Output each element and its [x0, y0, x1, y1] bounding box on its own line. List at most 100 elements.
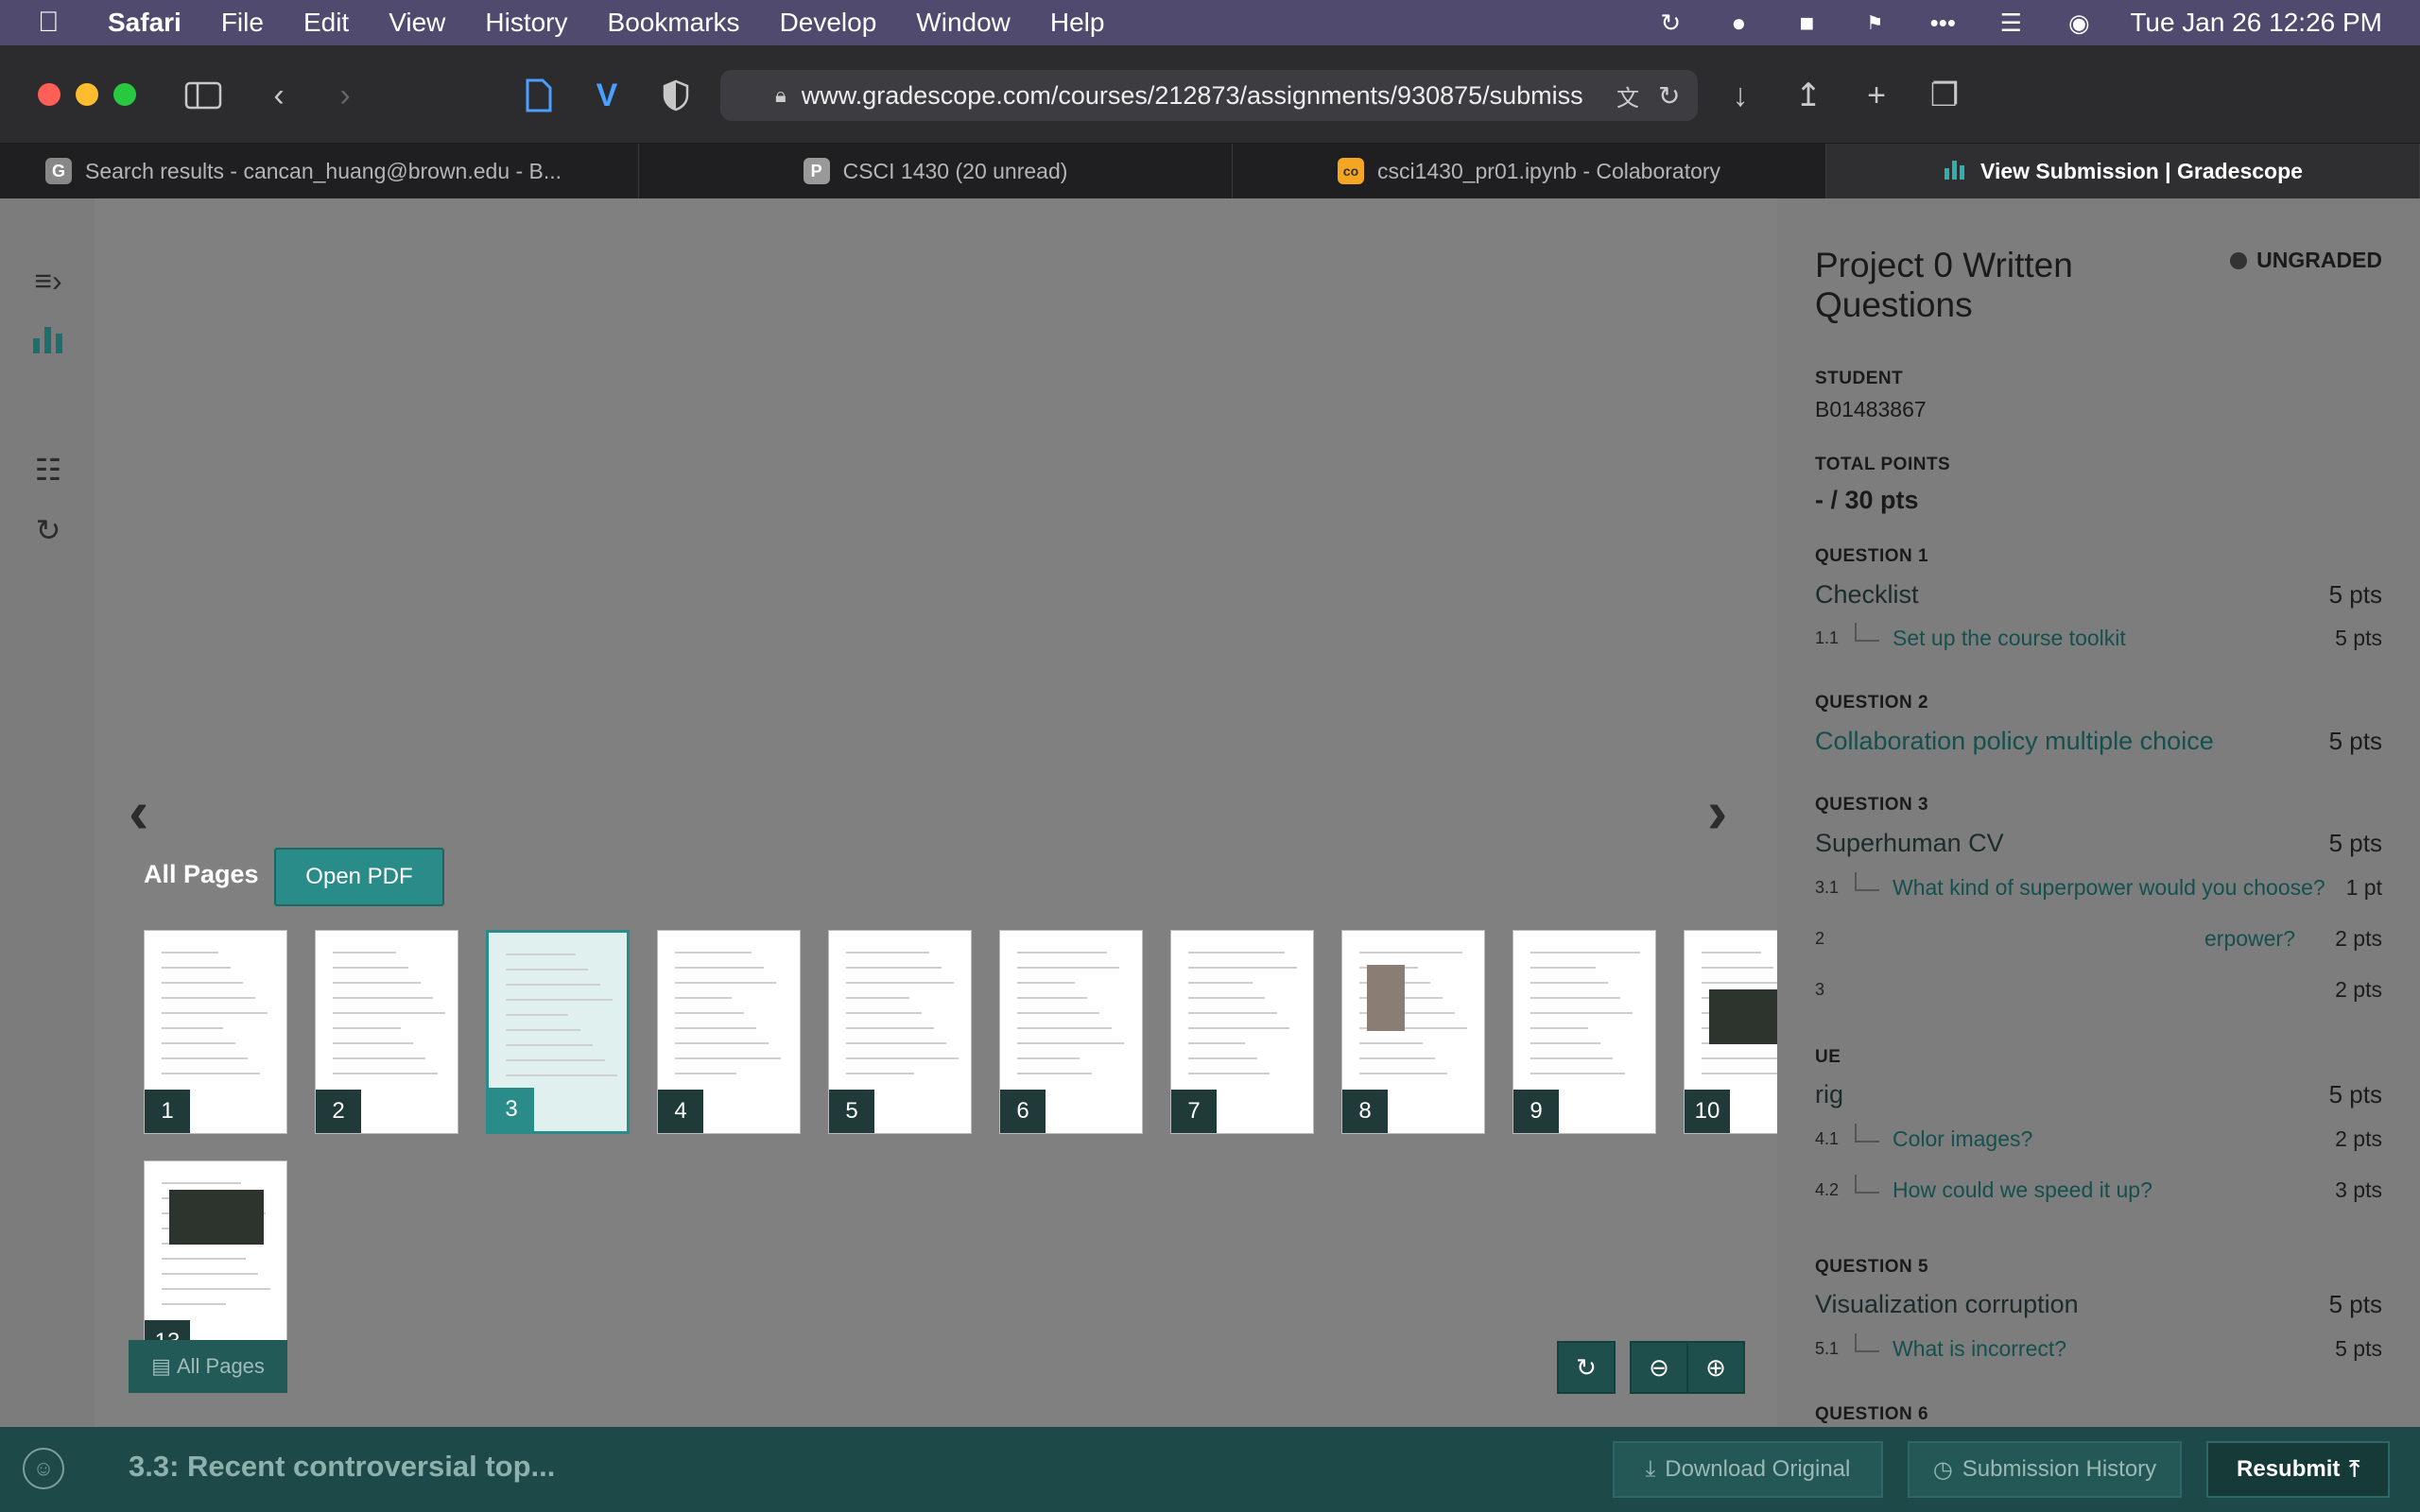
subquestion-title[interactable]: Set up the course toolkit — [1893, 626, 2335, 651]
downloads-icon[interactable]: ↓ — [1717, 72, 1764, 119]
time-machine-icon[interactable]: ↻ — [1653, 9, 1687, 37]
page-text-line — [162, 1258, 246, 1260]
vimium-extension-icon[interactable]: V — [583, 72, 631, 119]
page-text-line — [162, 1057, 248, 1059]
menu-view[interactable]: View — [389, 8, 445, 38]
tab-overview-icon[interactable]: ❐ — [1921, 72, 1968, 119]
tab-piazza[interactable]: P CSCI 1430 (20 unread) — [639, 144, 1233, 198]
flag-us-icon[interactable]: ⚑ — [1858, 9, 1892, 37]
subquestion-row[interactable]: 3 2 pts — [1815, 977, 2382, 1003]
page-text-line — [162, 1288, 270, 1290]
question-row[interactable]: rig 5 pts — [1815, 1080, 2382, 1109]
privacy-shield-icon[interactable] — [652, 72, 700, 119]
question-header: QUESTION 3 — [1815, 795, 1929, 815]
tab-gradescope[interactable]: View Submission | Gradescope — [1826, 144, 2420, 198]
url-text[interactable]: www.gradescope.com/courses/212873/assign… — [802, 81, 1596, 111]
menu-help[interactable]: Help — [1050, 8, 1105, 38]
subquestion-row[interactable]: 5.1 What is incorrect? 5 pts — [1815, 1332, 2382, 1362]
download-original-button[interactable]: ⤓ Download Original — [1613, 1441, 1883, 1498]
all-pages-button-label: All Pages — [176, 1354, 265, 1378]
address-bar[interactable]: 🔒︎ www.gradescope.com/courses/212873/ass… — [720, 70, 1698, 121]
resubmit-button[interactable]: Resubmit ⤒ — [2206, 1441, 2390, 1498]
menu-develop[interactable]: Develop — [780, 8, 877, 38]
reader-doc-icon[interactable] — [515, 72, 562, 119]
zoom-out-button[interactable]: ⊖ — [1630, 1341, 1688, 1394]
subquestion-title[interactable]: Color images? — [1893, 1126, 2335, 1152]
question-row[interactable]: Superhuman CV 5 pts — [1815, 829, 2382, 858]
zoom-in-button[interactable]: ⊕ — [1686, 1341, 1745, 1394]
question-row[interactable]: Collaboration policy multiple choice 5 pt… — [1815, 727, 2382, 756]
menu-file[interactable]: File — [221, 8, 264, 38]
gradescope-logo-icon[interactable] — [25, 316, 72, 363]
page-text-line — [846, 952, 929, 954]
next-page-icon[interactable]: › — [1707, 777, 1727, 847]
subquestion-title[interactable]: What kind of superpower would you choose… — [1893, 875, 2346, 901]
minimize-window-button[interactable] — [76, 83, 98, 106]
share-icon[interactable]: ↥ — [1785, 72, 1832, 119]
menu-edit[interactable]: Edit — [303, 8, 349, 38]
notification-icon[interactable]: ■ — [1789, 9, 1824, 37]
subquestion-row[interactable]: 1.1 Set up the course toolkit 5 pts — [1815, 622, 2382, 651]
page-text-line — [1530, 1042, 1600, 1044]
page-thumbnail[interactable]: 8 — [1341, 930, 1485, 1134]
subquestion-row[interactable]: 3.1 What kind of superpower would you cho… — [1815, 871, 2382, 901]
all-pages-button[interactable]: ▤ All Pages — [129, 1340, 287, 1393]
subquestion-title[interactable]: How could we speed it up? — [1893, 1177, 2335, 1203]
question-title[interactable]: Collaboration policy multiple choice — [1815, 727, 2214, 756]
page-thumbnail[interactable]: 1 — [144, 930, 287, 1134]
forward-icon[interactable]: › — [321, 72, 369, 119]
reload-icon[interactable]: ↻ — [1658, 80, 1680, 112]
page-thumbnail[interactable]: 9 — [1512, 930, 1656, 1134]
subquestion-number: 2 — [1815, 929, 1825, 948]
menu-expand-icon[interactable]: ≡› — [25, 257, 72, 304]
zoom-window-button[interactable] — [113, 83, 136, 106]
submission-history-button[interactable]: ◷ Submission History — [1908, 1441, 2182, 1498]
page-thumbnail[interactable]: 6 — [999, 930, 1143, 1134]
question-row[interactable]: Checklist 5 pts — [1815, 580, 2382, 610]
close-window-button[interactable] — [38, 83, 60, 106]
dashboard-icon[interactable]: ☷ — [25, 446, 72, 493]
question-row[interactable]: Visualization corruption 5 pts — [1815, 1290, 2382, 1319]
page-thumbnail[interactable]: 13 — [144, 1160, 287, 1365]
subquestion-row[interactable]: 4.2 How could we speed it up? 3 pts — [1815, 1174, 2382, 1203]
control-center-icon[interactable]: ☰ — [1994, 9, 2028, 37]
regrade-icon[interactable]: ↻ — [25, 507, 72, 554]
menu-history[interactable]: History — [485, 8, 567, 38]
clock[interactable]: Tue Jan 26 12:26 PM — [2130, 8, 2382, 38]
more-icon[interactable]: ••• — [1926, 9, 1960, 37]
page-text-line — [675, 1057, 781, 1059]
page-thumbnail[interactable]: 7 — [1170, 930, 1314, 1134]
sidebar-toggle-icon[interactable] — [180, 72, 227, 119]
page-thumbnail[interactable]: 2 — [315, 930, 458, 1134]
page-number-badge: 8 — [1342, 1090, 1388, 1133]
subquestion-row[interactable]: 4.1 Color images? 2 pts — [1815, 1123, 2382, 1152]
tree-connector — [1855, 622, 1879, 642]
apple-menu-icon[interactable]:  — [38, 7, 79, 39]
subquestion-title-tail[interactable]: erpower? — [1855, 926, 2335, 952]
open-pdf-button[interactable]: Open PDF — [274, 848, 444, 906]
menu-window[interactable]: Window — [916, 8, 1011, 38]
menu-bookmarks[interactable]: Bookmarks — [608, 8, 740, 38]
page-thumbnail[interactable]: 5 — [828, 930, 972, 1134]
subquestion-title[interactable]: What is incorrect? — [1893, 1336, 2335, 1362]
translate-icon[interactable]: 文 — [1616, 79, 1639, 112]
subquestion-points: 2 pts — [2335, 926, 2382, 951]
page-number-badge: 2 — [316, 1090, 361, 1133]
subquestion-row[interactable]: 2 erpower? 2 pts — [1815, 926, 2382, 952]
subquestion-number: 5.1 — [1815, 1339, 1840, 1358]
new-tab-icon[interactable]: + — [1853, 72, 1900, 119]
photo-image — [1367, 965, 1405, 1031]
siri-icon[interactable]: ◉ — [2062, 9, 2096, 37]
tab-colab[interactable]: co csci1430_pr01.ipynb - Colaboratory — [1233, 144, 1826, 198]
page-thumbnail[interactable]: 4 — [657, 930, 801, 1134]
wechat-icon[interactable]: ● — [1721, 9, 1755, 37]
screenshot-image — [169, 1190, 264, 1245]
prev-page-icon[interactable]: ‹ — [129, 777, 148, 847]
student-label: STUDENT — [1815, 369, 1904, 388]
page-thumbnail[interactable]: 3 — [486, 930, 630, 1134]
menu-app-safari[interactable]: Safari — [108, 8, 182, 38]
tab-gmail-search[interactable]: G Search results - cancan_huang@brown.ed… — [0, 144, 639, 198]
user-account-icon[interactable]: ☺ — [23, 1448, 64, 1489]
rotate-button[interactable]: ↻ — [1557, 1341, 1616, 1394]
back-icon[interactable]: ‹ — [255, 72, 302, 119]
